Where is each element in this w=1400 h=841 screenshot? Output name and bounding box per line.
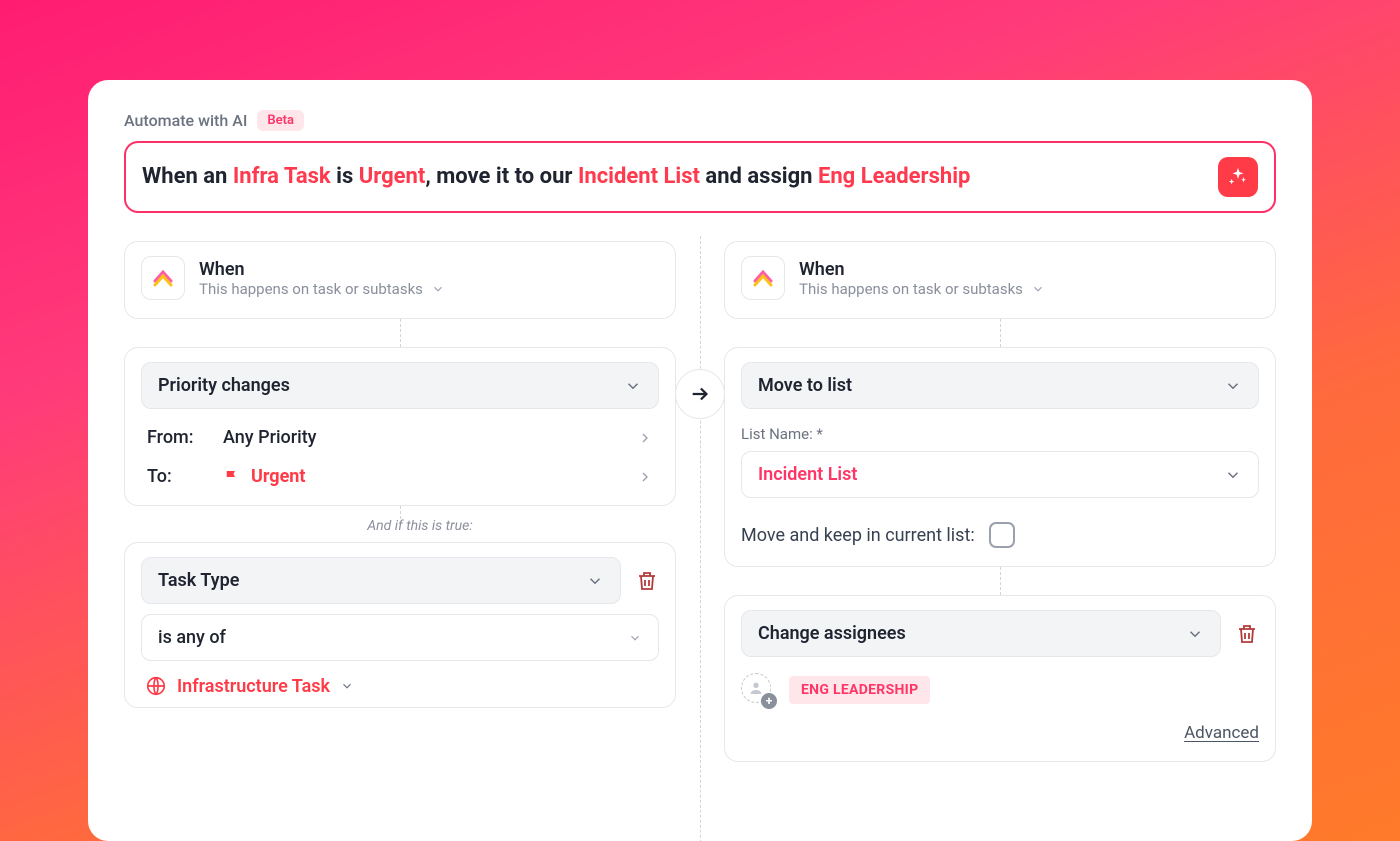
chevron-down-icon [586,572,604,590]
person-icon [748,680,764,696]
action-assignees-card: Change assignees + ENG LEADERSHIP Advanc… [724,595,1276,762]
action-column: When This happens on task or subtasks Mo… [724,241,1276,762]
action-type-select-2[interactable]: Change assignees [741,610,1221,657]
chevron-down-icon [624,377,642,395]
when-title: When [799,259,1045,280]
when-subtitle[interactable]: This happens on task or subtasks [199,280,445,298]
chevron-down-icon [1224,466,1242,484]
sparkle-icon [1227,166,1249,188]
keep-in-list-checkbox[interactable] [989,522,1015,548]
condition-operator-select[interactable]: is any of [141,614,659,661]
trash-icon[interactable] [1235,622,1259,646]
automation-panel: Automate with AI Beta When an Infra Task… [88,80,1312,841]
connector-line [1000,319,1001,347]
beta-badge: Beta [257,110,304,131]
automation-columns: When This happens on task or subtasks Pr… [124,241,1276,762]
advanced-link[interactable]: Advanced [1184,723,1259,743]
arrow-right-icon [689,383,711,405]
condition-card: Task Type is any of Infrastructure Task [124,542,676,708]
condition-field-select[interactable]: Task Type [141,557,621,604]
chevron-right-icon [637,469,653,485]
ai-prompt-input[interactable]: When an Infra Task is Urgent, move it to… [124,141,1276,213]
when-card-right[interactable]: When This happens on task or subtasks [724,241,1276,319]
condition-value-select[interactable]: Infrastructure Task [141,661,659,697]
condition-intro: And if this is true: [124,518,676,534]
app-logo-icon [141,256,185,300]
chevron-right-icon [637,430,653,446]
chevron-down-icon [1224,377,1242,395]
flag-icon [223,468,241,486]
keep-in-list-label: Move and keep in current list: [741,525,975,546]
assignee-pill[interactable]: ENG LEADERSHIP [789,676,930,704]
when-subtitle[interactable]: This happens on task or subtasks [799,280,1045,298]
chevron-down-icon [1186,625,1204,643]
add-assignee-button[interactable]: + [741,673,775,707]
when-title: When [199,259,445,280]
trigger-type-select[interactable]: Priority changes [141,362,659,409]
action-type-select[interactable]: Move to list [741,362,1259,409]
priority-from-row[interactable]: From: Any Priority [141,409,659,448]
app-logo-icon [741,256,785,300]
priority-to-row[interactable]: To: Urgent [141,448,659,487]
ai-prompt-text: When an Infra Task is Urgent, move it to… [142,162,1206,192]
panel-header: Automate with AI Beta [124,110,1276,131]
list-name-label: List Name: * [741,425,1259,443]
plus-icon: + [761,693,777,709]
trigger-column: When This happens on task or subtasks Pr… [124,241,676,762]
trigger-card: Priority changes From: Any Priority To: … [124,347,676,506]
chevron-down-icon [340,679,354,693]
trash-icon[interactable] [635,569,659,593]
panel-title: Automate with AI [124,111,247,130]
chevron-down-icon [1031,282,1045,296]
column-divider [700,236,701,841]
connector-line [400,319,401,347]
connector-line [1000,567,1001,595]
chevron-down-icon [628,631,642,645]
chevron-down-icon [431,282,445,296]
ai-generate-button[interactable] [1218,157,1258,197]
flow-arrow [675,369,725,419]
list-picker[interactable]: Incident List [741,451,1259,498]
when-card[interactable]: When This happens on task or subtasks [124,241,676,319]
globe-icon [145,675,167,697]
action-move-card: Move to list List Name: * Incident List … [724,347,1276,567]
